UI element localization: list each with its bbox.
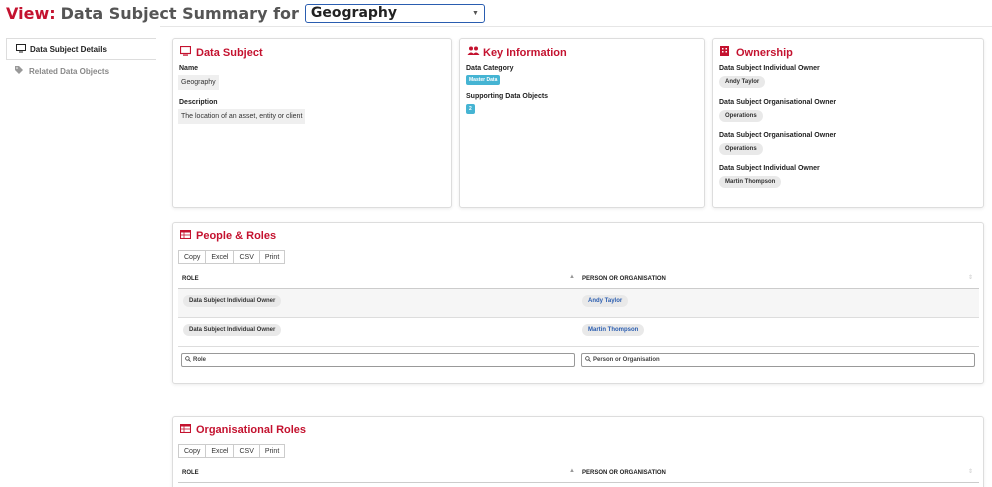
people-roles-card: People & Roles Copy Excel CSV Print ROLE… xyxy=(172,222,984,384)
table-row xyxy=(178,318,979,347)
nav-item-related-data-objects[interactable]: Related Data Objects xyxy=(6,60,156,82)
column-header-person[interactable]: PERSON OR ORGANISATION xyxy=(578,269,978,289)
side-nav: Data Subject Details Related Data Object… xyxy=(6,38,156,82)
owner-label: Data Subject Organisational Owner xyxy=(719,132,837,139)
nav-item-label: Related Data Objects xyxy=(29,66,110,76)
owner-pill: Operations xyxy=(719,143,763,155)
data-subject-card: Data Subject Name Geography Description … xyxy=(172,38,452,208)
owner-pill: Martin Thompson xyxy=(719,176,782,188)
search-icon xyxy=(185,356,191,364)
owner-pill: Andy Taylor xyxy=(719,76,766,88)
chevron-down-icon: ▼ xyxy=(471,9,479,17)
description-label: Description xyxy=(179,99,218,106)
name-value: Geography xyxy=(178,75,219,90)
excel-button[interactable]: Excel xyxy=(205,444,235,458)
column-header-role[interactable]: ROLE xyxy=(178,463,578,483)
table-row xyxy=(178,289,979,318)
owner-label: Data Subject Individual Owner xyxy=(719,65,820,72)
owner-label: Data Subject Organisational Owner xyxy=(719,99,837,106)
sort-asc-icon[interactable]: ▲ xyxy=(569,274,575,280)
role-filter-input[interactable]: Role xyxy=(181,353,575,367)
sort-both-icon[interactable]: ⇕ xyxy=(968,274,973,281)
sort-both-icon[interactable]: ⇕ xyxy=(968,468,973,475)
owner-pill: Operations xyxy=(719,110,763,122)
role-pill: Data Subject Individual Owner xyxy=(183,295,282,307)
csv-button[interactable]: CSV xyxy=(233,444,260,458)
building-icon xyxy=(720,46,736,59)
print-button[interactable]: Print xyxy=(258,250,286,264)
subject-select-value: Geography xyxy=(310,5,398,21)
header-divider xyxy=(160,26,992,27)
table-icon xyxy=(179,423,196,436)
table-icon xyxy=(179,229,196,242)
key-information-card: Key Information Data Category Master Dat… xyxy=(459,38,705,208)
column-header-role[interactable]: ROLE xyxy=(178,269,578,289)
page-header: View: Data Subject Summary for Geography… xyxy=(6,2,485,24)
role-pill: Data Subject Individual Owner xyxy=(183,324,282,336)
view-label: View: xyxy=(6,3,56,23)
monitor-icon xyxy=(16,43,30,55)
export-buttons: Copy Excel CSV Print xyxy=(178,250,286,264)
person-filter-input[interactable]: Person or Organisation xyxy=(581,353,975,367)
export-buttons: Copy Excel CSV Print xyxy=(178,444,286,458)
ownership-card: Ownership Data Subject Individual Owner … xyxy=(712,38,984,208)
page-title: Data Subject Summary for xyxy=(60,3,299,23)
card-title: Ownership xyxy=(720,46,793,59)
data-category-label: Data Category xyxy=(466,65,514,72)
card-title: Organisational Roles xyxy=(179,423,306,436)
organisational-roles-card: Organisational Roles Copy Excel CSV Prin… xyxy=(172,416,984,487)
users-icon xyxy=(467,46,483,59)
card-title: People & Roles xyxy=(179,229,276,242)
person-link[interactable]: Martin Thompson xyxy=(582,324,645,336)
search-icon xyxy=(585,356,591,364)
excel-button[interactable]: Excel xyxy=(205,250,235,264)
print-button[interactable]: Print xyxy=(258,444,286,458)
nav-item-data-subject-details[interactable]: Data Subject Details xyxy=(6,38,156,60)
owner-label: Data Subject Individual Owner xyxy=(719,165,820,172)
card-title: Key Information xyxy=(467,46,567,59)
nav-item-label: Data Subject Details xyxy=(30,44,107,54)
tag-icon xyxy=(15,66,29,76)
card-title: Data Subject xyxy=(179,45,263,59)
monitor-icon xyxy=(179,45,196,59)
supporting-objects-label: Supporting Data Objects xyxy=(466,93,549,100)
csv-button[interactable]: CSV xyxy=(233,250,260,264)
description-value: The location of an asset, entity or clie… xyxy=(178,109,306,124)
subject-select[interactable]: Geography ▼ xyxy=(304,3,485,23)
data-category-tag: Master Data xyxy=(466,75,501,85)
copy-button[interactable]: Copy xyxy=(178,444,207,458)
sort-asc-icon[interactable]: ▲ xyxy=(569,468,575,474)
column-header-person[interactable]: PERSON OR ORGANISATION xyxy=(578,463,978,483)
supporting-objects-count: 2 xyxy=(466,104,475,114)
name-label: Name xyxy=(179,65,199,72)
person-link[interactable]: Andy Taylor xyxy=(582,295,629,307)
copy-button[interactable]: Copy xyxy=(178,250,207,264)
